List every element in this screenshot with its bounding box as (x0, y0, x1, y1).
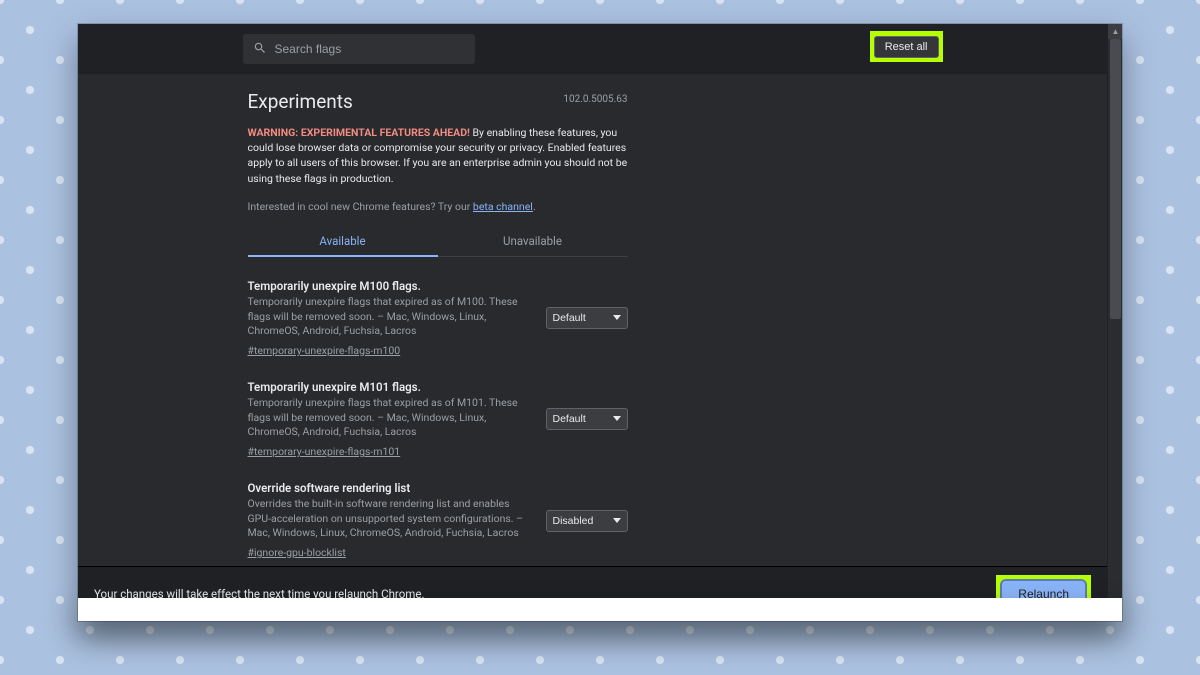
interest-text: Interested in cool new Chrome features? … (248, 200, 628, 213)
search-input[interactable] (275, 42, 465, 56)
flag-list: Temporarily unexpire M100 flags. Temporar… (248, 279, 628, 566)
top-bar: Reset all (78, 24, 1107, 74)
interest-prefix: Interested in cool new Chrome features? … (248, 200, 473, 213)
interest-suffix: . (533, 200, 536, 213)
scrollbar-thumb[interactable] (1110, 39, 1121, 319)
version-text: 102.0.5005.63 (563, 94, 627, 105)
tab-available[interactable]: Available (248, 227, 438, 257)
tab-unavailable[interactable]: Unavailable (438, 227, 628, 256)
flag-state-select[interactable]: Default (546, 307, 628, 329)
flag-anchor-link[interactable]: #ignore-gpu-blocklist (248, 546, 346, 559)
flag-title: Temporarily unexpire M100 flags. (248, 279, 530, 293)
flag-row: Temporarily unexpire M100 flags. Temporar… (248, 279, 628, 358)
flag-row: Temporarily unexpire M101 flags. Temporar… (248, 380, 628, 459)
white-strip (78, 598, 1122, 621)
flag-row: Override software rendering list Override… (248, 481, 628, 560)
browser-window: Reset all Experiments 102.0.5005.63 WARN… (78, 24, 1122, 621)
warning-text: WARNING: EXPERIMENTAL FEATURES AHEAD! By… (248, 125, 628, 186)
flag-title: Temporarily unexpire M101 flags. (248, 380, 530, 394)
page-viewport: Reset all Experiments 102.0.5005.63 WARN… (78, 24, 1107, 566)
flag-anchor-link[interactable]: #temporary-unexpire-flags-m100 (248, 344, 401, 357)
search-box[interactable] (243, 34, 475, 64)
search-icon (253, 40, 267, 59)
flag-title: Override software rendering list (248, 481, 530, 495)
tabs: Available Unavailable (248, 227, 628, 257)
flag-description: Temporarily unexpire flags that expired … (248, 396, 530, 440)
beta-channel-link[interactable]: beta channel (473, 200, 533, 213)
vertical-scrollbar[interactable]: ▲ ▼ (1107, 24, 1122, 621)
flag-anchor-link[interactable]: #temporary-unexpire-flags-m101 (248, 445, 401, 458)
annotation-highlight-reset: Reset all (870, 31, 943, 62)
flag-description: Temporarily unexpire flags that expired … (248, 295, 530, 339)
scroll-up-icon[interactable]: ▲ (1108, 24, 1122, 39)
flag-state-select[interactable]: Default (546, 408, 628, 430)
flag-state-select[interactable]: Disabled (546, 510, 628, 532)
flag-description: Overrides the built-in software renderin… (248, 497, 530, 541)
warning-lead: WARNING: EXPERIMENTAL FEATURES AHEAD! (248, 126, 470, 139)
reset-all-button[interactable]: Reset all (874, 36, 939, 58)
